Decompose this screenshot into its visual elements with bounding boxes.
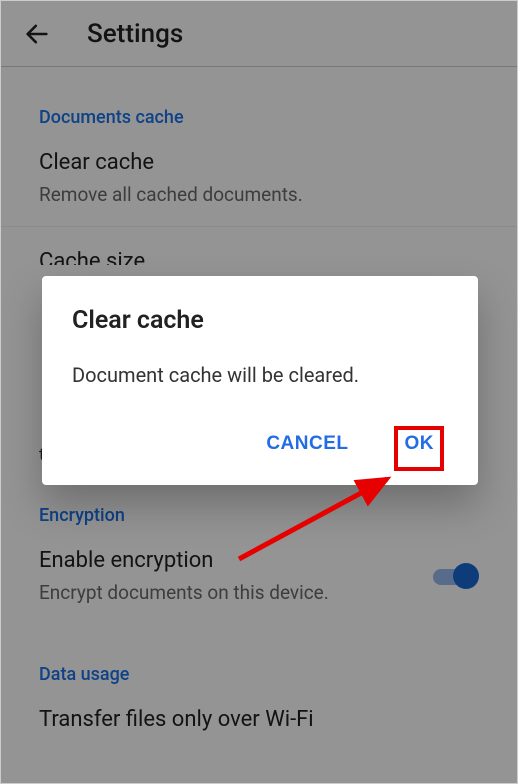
dialog-body: Document cache will be cleared. [72,363,448,387]
cancel-button[interactable]: CANCEL [258,427,356,461]
clear-cache-dialog: Clear cache Document cache will be clear… [42,276,478,485]
dialog-title: Clear cache [72,306,448,335]
dialog-actions: CANCEL OK [72,427,448,475]
ok-button[interactable]: OK [397,427,443,461]
